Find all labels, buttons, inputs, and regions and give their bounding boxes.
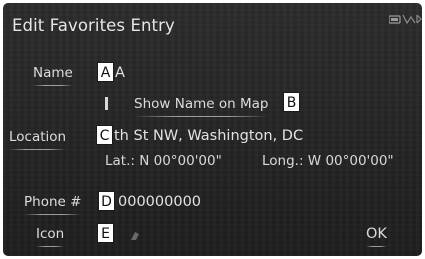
favorite-icon [131, 232, 139, 240]
callout-b: B [283, 92, 300, 112]
name-value: A [115, 65, 125, 81]
location-value: th St NW, Washington, DC [114, 128, 304, 144]
name-button[interactable]: Name [33, 65, 73, 86]
ok-button[interactable]: OK [366, 226, 387, 247]
signal-icon [389, 14, 422, 25]
phone-value: 000000000 [118, 194, 202, 210]
phone-button[interactable]: Phone # [24, 194, 82, 215]
screen-title: Edit Favorites Entry [12, 16, 175, 35]
callout-c: C [96, 125, 113, 145]
callout-a: A [97, 62, 114, 82]
navigation-screen: Edit Favorites Entry Name A A Show Name … [3, 3, 422, 256]
location-button[interactable]: Location [9, 129, 67, 150]
callout-d: D [98, 191, 115, 211]
icon-button[interactable]: Icon [36, 226, 65, 247]
show-name-on-map-button[interactable]: Show Name on Map [134, 96, 269, 117]
callout-e: E [97, 223, 114, 243]
status-icons [389, 13, 422, 25]
latitude-value: Lat.: N 00°00'00" [105, 153, 222, 169]
show-name-indicator [105, 97, 108, 110]
longitude-value: Long.: W 00°00'00" [262, 153, 394, 169]
